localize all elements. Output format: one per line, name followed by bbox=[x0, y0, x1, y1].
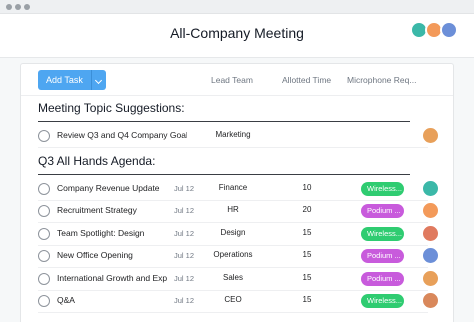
section-divider bbox=[38, 173, 410, 175]
microphone-pill[interactable]: Wireless... bbox=[361, 294, 404, 308]
row-divider bbox=[38, 147, 428, 148]
task-row[interactable]: Review Q3 and Q4 Company Goals Marketing bbox=[38, 125, 448, 147]
divider bbox=[21, 95, 453, 96]
microphone-pill[interactable]: Wireless... bbox=[361, 181, 404, 196]
window-dot-icon bbox=[6, 4, 12, 10]
task-name[interactable]: New Office Opening bbox=[57, 250, 167, 260]
allotted-time[interactable]: 20 bbox=[298, 205, 316, 214]
due-date[interactable]: Jul 12 bbox=[174, 206, 194, 215]
allotted-time[interactable]: 15 bbox=[298, 250, 316, 259]
assignee-avatar-icon[interactable] bbox=[423, 270, 438, 286]
check-circle-icon[interactable] bbox=[38, 205, 50, 217]
microphone-pill[interactable]: Wireless... bbox=[361, 226, 404, 241]
avatar-icon[interactable] bbox=[440, 21, 458, 39]
due-date[interactable]: Jul 12 bbox=[174, 229, 194, 238]
lead-team[interactable]: Operations bbox=[202, 250, 264, 259]
add-task-button-group: Add Task bbox=[38, 70, 106, 90]
task-row[interactable]: Company Revenue Update Jul 12 Finance 10 Wir… bbox=[38, 178, 448, 200]
check-circle-icon[interactable] bbox=[38, 182, 50, 195]
task-row[interactable]: Team Spotlight: Design Jul 12 Design 15 Wire… bbox=[38, 223, 448, 245]
task-list-card: Add Task Lead Team Allotted Time Microph… bbox=[20, 63, 454, 322]
task-name[interactable]: Recruitment Strategy bbox=[57, 205, 167, 215]
column-header-allotted-time[interactable]: Allotted Time bbox=[282, 75, 331, 85]
page-title: All-Company Meeting bbox=[170, 25, 304, 41]
allotted-time[interactable]: 15 bbox=[298, 228, 316, 237]
assignee-avatar-icon[interactable] bbox=[423, 128, 438, 143]
task-row[interactable]: Q&A Jul 12 CEO 15 Wireless... bbox=[38, 290, 448, 312]
task-row[interactable]: New Office Opening Jul 12 Operations 15 Podi… bbox=[38, 245, 448, 267]
check-circle-icon[interactable] bbox=[38, 250, 50, 262]
due-date[interactable]: Jul 12 bbox=[174, 296, 194, 305]
task-name[interactable]: Q&A bbox=[57, 295, 167, 305]
task-row[interactable]: Recruitment Strategy Jul 12 HR 20 Podium ... bbox=[38, 200, 448, 222]
assignee-avatar-icon[interactable] bbox=[423, 293, 438, 308]
project-header: All-Company Meeting bbox=[0, 14, 474, 58]
task-row[interactable]: International Growth and Expa Jul 12 Sales… bbox=[38, 268, 448, 290]
task-name[interactable]: Review Q3 and Q4 Company Goals bbox=[57, 130, 187, 140]
assignee-avatar-icon[interactable] bbox=[423, 180, 438, 196]
chevron-down-icon[interactable] bbox=[91, 70, 106, 90]
due-date[interactable]: Jul 12 bbox=[174, 251, 194, 260]
assignee-avatar-icon[interactable] bbox=[423, 225, 438, 241]
assignee-avatar-icon[interactable] bbox=[423, 248, 438, 263]
section-divider bbox=[38, 121, 410, 122]
microphone-pill[interactable]: Podium ... bbox=[361, 204, 404, 218]
window-dot-icon bbox=[24, 4, 30, 10]
allotted-time[interactable]: 15 bbox=[298, 295, 316, 304]
check-circle-icon[interactable] bbox=[38, 227, 50, 240]
section-title[interactable]: Meeting Topic Suggestions: bbox=[38, 101, 185, 115]
lead-team[interactable]: Design bbox=[202, 228, 264, 237]
lead-team[interactable]: CEO bbox=[202, 295, 264, 304]
microphone-pill[interactable]: Podium ... bbox=[361, 249, 404, 263]
task-name[interactable]: Company Revenue Update bbox=[57, 183, 167, 193]
check-circle-icon[interactable] bbox=[38, 130, 50, 142]
due-date[interactable]: Jul 12 bbox=[174, 274, 194, 283]
lead-team[interactable]: HR bbox=[202, 205, 264, 214]
check-circle-icon[interactable] bbox=[38, 295, 50, 307]
column-header-lead-team[interactable]: Lead Team bbox=[211, 75, 253, 85]
add-task-button[interactable]: Add Task bbox=[38, 70, 92, 90]
microphone-pill[interactable]: Podium ... bbox=[361, 271, 404, 286]
window-chrome bbox=[0, 0, 474, 14]
task-name[interactable]: Team Spotlight: Design bbox=[57, 228, 167, 238]
assignee-avatar-icon[interactable] bbox=[423, 203, 438, 218]
lead-team[interactable]: Marketing bbox=[202, 130, 264, 139]
lead-team[interactable]: Sales bbox=[202, 273, 264, 282]
allotted-time[interactable]: 10 bbox=[298, 183, 316, 192]
column-header-microphone[interactable]: Microphone Req... bbox=[347, 75, 416, 85]
row-divider bbox=[38, 312, 428, 313]
lead-team[interactable]: Finance bbox=[202, 183, 264, 192]
due-date[interactable]: Jul 12 bbox=[174, 184, 194, 193]
section-title[interactable]: Q3 All Hands Agenda: bbox=[38, 154, 155, 168]
task-name[interactable]: International Growth and Expa bbox=[57, 273, 167, 283]
window-dot-icon bbox=[15, 4, 21, 10]
check-circle-icon[interactable] bbox=[38, 272, 50, 285]
allotted-time[interactable]: 15 bbox=[298, 273, 316, 282]
member-avatars[interactable] bbox=[410, 21, 470, 43]
